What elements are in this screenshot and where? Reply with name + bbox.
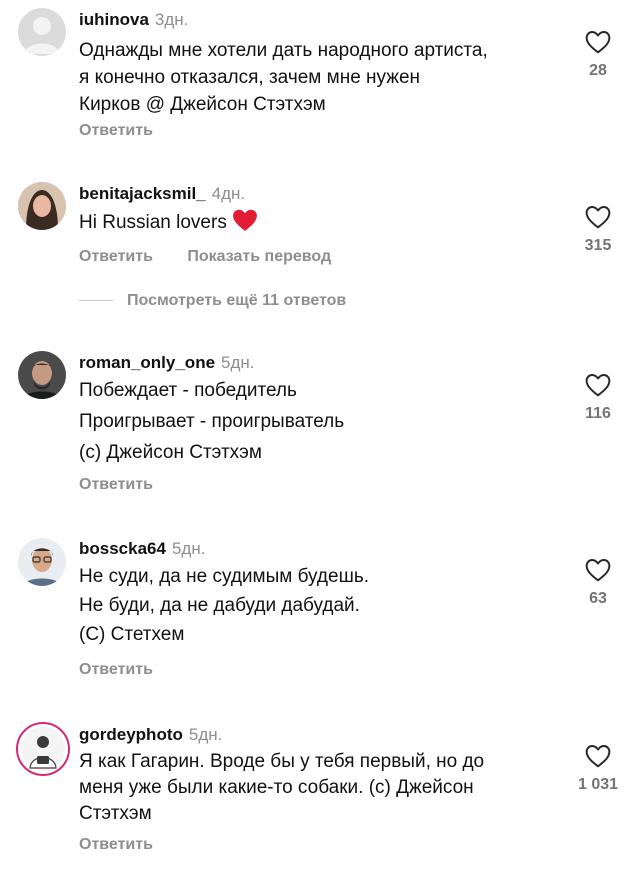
divider <box>79 300 113 302</box>
translate-button[interactable]: Показать перевод <box>187 248 331 265</box>
avatar[interactable] <box>18 182 66 230</box>
like-button[interactable]: 1 031 <box>568 744 628 794</box>
comment-line: Не буди, да не дабуди дабудай. <box>79 595 360 616</box>
default-avatar-icon[interactable] <box>18 8 66 56</box>
like-count: 315 <box>584 237 612 254</box>
comment-text: Побеждает - победитель Проигрывает - про… <box>79 375 569 468</box>
username[interactable]: gordeyphoto <box>79 725 183 744</box>
comment-line: Кирков @ Джейсон Стэтхэм <box>79 94 326 115</box>
comment-line: (С) Стетхем <box>79 624 185 645</box>
like-button[interactable]: 63 <box>568 558 628 608</box>
view-more-replies[interactable]: Посмотреть ещё 11 ответов <box>79 292 346 310</box>
reply-button[interactable]: Ответить <box>79 836 153 853</box>
like-count: 28 <box>589 62 607 79</box>
avatar[interactable] <box>18 538 66 586</box>
comment-line: Я как Гагарин. Вроде бы у тебя первый, н… <box>79 751 485 772</box>
comment-text: Не суди, да не судимым будешь. Не буди, … <box>79 562 569 649</box>
like-count: 63 <box>589 590 607 607</box>
username[interactable]: iuhinova <box>79 10 149 29</box>
reply-button[interactable]: Ответить <box>79 476 153 493</box>
heart-icon[interactable] <box>585 205 611 229</box>
reply-button[interactable]: Ответить <box>79 248 153 265</box>
comment-time: 5дн. <box>221 353 255 372</box>
avatar[interactable] <box>18 351 66 399</box>
comment-line: Проигрывает - проигрыватель <box>79 411 345 432</box>
comment-line: Побеждает - победитель <box>79 380 297 401</box>
view-more-replies-label: Посмотреть ещё 11 ответов <box>127 292 347 309</box>
comment-line: меня уже были какие-то собаки. (с) Джейс… <box>79 777 474 798</box>
reply-button[interactable]: Ответить <box>79 122 153 139</box>
comment-line: (с) Джейсон Стэтхэм <box>79 442 262 463</box>
username[interactable]: bosscka64 <box>79 539 166 558</box>
comment-time: 5дн. <box>171 539 206 558</box>
like-button[interactable]: 315 <box>568 205 628 255</box>
heart-emoji <box>232 208 258 242</box>
like-count: 1 031 <box>577 776 619 793</box>
like-button[interactable]: 28 <box>568 30 628 80</box>
heart-icon[interactable] <box>585 558 611 582</box>
comment-line: Однажды мне хотели дать народного артист… <box>79 40 488 61</box>
comment-time: 5дн. <box>188 725 223 744</box>
comment-time: 4дн. <box>211 184 246 203</box>
comment-text: Я как Гагарин. Вроде бы у тебя первый, н… <box>79 749 569 827</box>
like-count: 116 <box>585 405 611 422</box>
avatar[interactable] <box>16 722 70 776</box>
comment-time: 3дн. <box>154 10 189 29</box>
like-button[interactable]: 116 <box>568 373 628 423</box>
comment-line: Не суди, да не судимым будешь. <box>79 566 370 587</box>
heart-icon[interactable] <box>585 30 611 54</box>
comment-line: Hi Russian lovers <box>79 212 227 233</box>
heart-icon[interactable] <box>585 744 611 768</box>
username[interactable]: benitajacksmil_ <box>79 184 206 203</box>
heart-icon[interactable] <box>585 373 611 397</box>
comment-text: Однажды мне хотели дать народного артист… <box>79 37 569 118</box>
comment-line: Стэтхэм <box>79 803 152 824</box>
comment-line: я конечно отказался, зачем мне нужен <box>79 67 421 88</box>
comment-text: Hi Russian lovers <box>79 208 569 242</box>
username[interactable]: roman_only_one <box>79 353 215 372</box>
reply-button[interactable]: Ответить <box>79 661 153 678</box>
